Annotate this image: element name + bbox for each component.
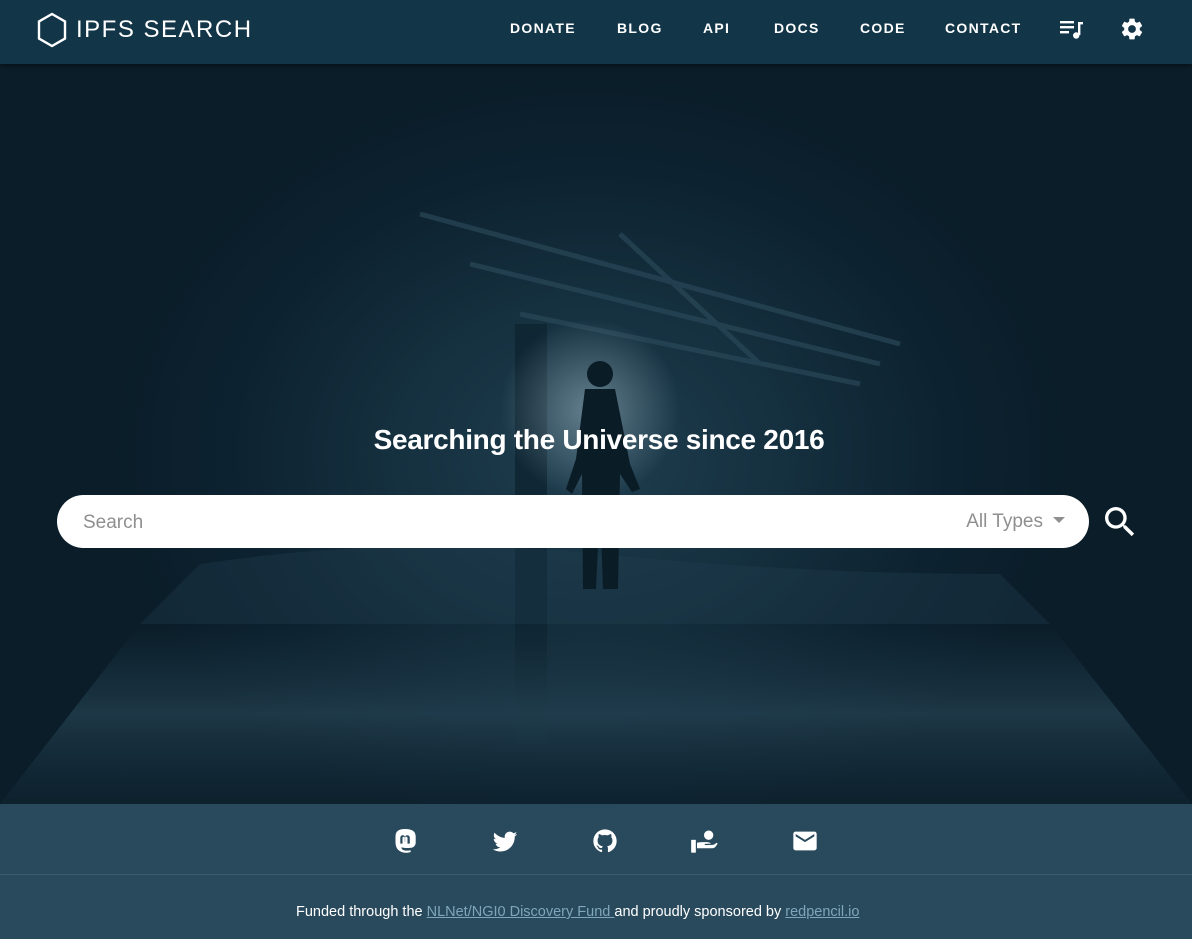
type-filter-selected: All Types: [966, 510, 1043, 532]
github-icon[interactable]: [591, 827, 619, 855]
search-icon[interactable]: [1100, 502, 1140, 542]
playlist-music-icon[interactable]: [1059, 16, 1085, 42]
search-input[interactable]: [81, 495, 945, 550]
hero-tagline: Searching the Universe since 2016: [373, 424, 825, 455]
search-bar: All Types: [57, 495, 1089, 550]
hexagon-logo-icon: [37, 12, 67, 48]
donate-hand-icon[interactable]: [690, 827, 718, 855]
brand-logo-link[interactable]: IPFS SEARCH: [36, 12, 253, 48]
nav-donate-link[interactable]: DONATE: [510, 20, 576, 36]
social-links-bar: [0, 804, 1192, 874]
nlnet-fund-link[interactable]: NLNet/NGI0 Discovery Fund: [427, 904, 615, 920]
brand-name: IPFS SEARCH: [76, 16, 253, 43]
caret-down-icon: [1053, 516, 1065, 523]
nav-code-link[interactable]: CODE: [860, 20, 906, 36]
gear-icon[interactable]: [1119, 16, 1145, 42]
footer-middle-text: and proudly sponsored by: [614, 904, 786, 920]
nav-api-link[interactable]: API: [703, 20, 730, 36]
redpencil-link[interactable]: redpencil.io: [785, 904, 859, 920]
footer-credits: Funded through the NLNet/NGI0 Discovery …: [296, 904, 859, 920]
type-filter-dropdown[interactable]: All Types: [966, 495, 1065, 548]
nav-docs-link[interactable]: DOCS: [774, 20, 820, 36]
top-navigation-bar: IPFS SEARCH DONATE BLOG API DOCS CODE CO…: [0, 0, 1192, 64]
footer-prefix-text: Funded through the: [296, 904, 427, 920]
email-icon[interactable]: [791, 827, 819, 855]
nav-contact-link[interactable]: CONTACT: [945, 20, 1022, 36]
twitter-icon[interactable]: [491, 827, 519, 855]
footer: Funded through the NLNet/NGI0 Discovery …: [0, 875, 1192, 939]
mastodon-icon[interactable]: [391, 827, 419, 855]
nav-blog-link[interactable]: BLOG: [617, 20, 663, 36]
hero-section: Searching the Universe since 2016 All Ty…: [0, 64, 1192, 804]
